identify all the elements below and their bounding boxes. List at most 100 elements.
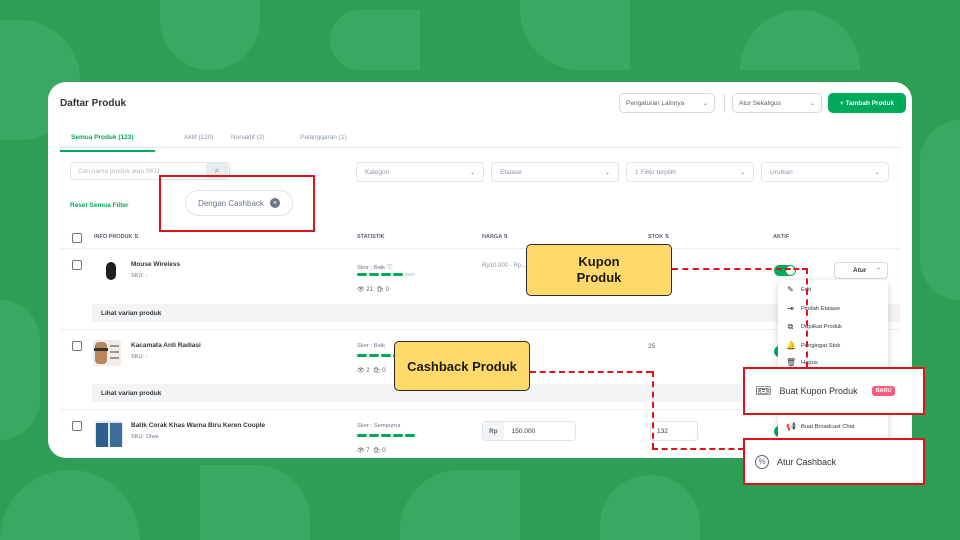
tab-pelanggaran[interactable]: Pelanggaran (1) <box>300 134 347 141</box>
atur-dropdown-button[interactable]: Atur ⌃ <box>834 262 888 279</box>
connector-line <box>652 371 654 449</box>
header-statistik: STATISTIK <box>357 234 385 240</box>
currency-prefix: Rp <box>483 422 504 440</box>
active-toggle[interactable] <box>774 265 796 276</box>
pengaturan-lainnya-dropdown[interactable]: Pengaturan Lainnya ⌄ <box>619 93 715 113</box>
cashback-produk-callout: Cashback Produk <box>394 341 530 391</box>
kupon-produk-callout: Kupon Produk <box>526 244 672 296</box>
reset-filter-link[interactable]: Reset Semua Filter <box>70 202 129 209</box>
product-stats: 👁 2 🛍 0 <box>357 368 386 374</box>
atur-cashback-item[interactable]: % Atur Cashback <box>743 438 925 485</box>
score-bar <box>357 273 415 276</box>
product-name[interactable]: Mouse Wireless <box>131 261 180 268</box>
etalase-label: Etalase <box>500 168 522 176</box>
urutkan-select[interactable]: Urutkan ⌄ <box>761 162 889 182</box>
stock-input[interactable]: 132 <box>650 421 698 441</box>
menu-label: Hapus <box>801 359 818 366</box>
filter-select[interactable]: 1 Filter terpilih ⌄ <box>626 162 754 182</box>
select-all-checkbox[interactable] <box>72 233 82 243</box>
sold-count: 0 <box>385 287 389 293</box>
header-stok[interactable]: STOK ⇅ <box>648 234 669 240</box>
atur-sekaligus-dropdown[interactable]: Atur Sekaligus ⌄ <box>732 93 822 113</box>
filter-terpilih-label: 1 Filter terpilih <box>635 168 676 176</box>
etalase-select[interactable]: Etalase ⌄ <box>491 162 619 182</box>
chip-highlight-box <box>159 175 315 232</box>
connector-line <box>530 371 652 373</box>
connector-line <box>806 268 808 368</box>
sold-count: 0 <box>382 448 386 454</box>
urutkan-label: Urutkan <box>770 168 793 176</box>
row-checkbox[interactable] <box>72 421 82 431</box>
chevron-down-icon: ⌄ <box>809 100 815 107</box>
move-icon: ⇥ <box>787 304 794 313</box>
tab-bar: Semua Produk (123) Aktif (120) Nonaktif … <box>60 124 900 148</box>
product-stock: 25 <box>648 343 656 350</box>
views-count: 21 <box>366 287 373 293</box>
menu-item-hapus[interactable]: 🗑 Hapus <box>786 358 818 367</box>
product-name[interactable]: Kacamata Anti Radiasi <box>131 342 201 349</box>
header-aktif: AKTIF <box>773 234 790 240</box>
price-input[interactable]: Rp 150.000 <box>482 421 576 441</box>
product-sku: SKU: - <box>131 273 148 279</box>
coupon-icon: 🎟 <box>755 383 772 398</box>
kategori-select[interactable]: Kategori ⌄ <box>356 162 484 182</box>
trash-icon: 🗑 <box>786 358 797 367</box>
buat-kupon-label: Buat Kupon Produk <box>779 386 858 396</box>
percent-icon: % <box>755 454 769 469</box>
buat-kupon-produk-item[interactable]: 🎟 Buat Kupon Produk BARU <box>743 367 925 415</box>
atur-label: Atur <box>853 267 867 274</box>
product-score: Skor : Baik ⓘ <box>357 265 393 271</box>
header-info-produk[interactable]: INFO PRODUK ⇅ <box>94 234 139 240</box>
chevron-down-icon: ⌄ <box>739 169 745 176</box>
connector-line <box>652 448 744 450</box>
score-bar <box>357 434 415 437</box>
row-checkbox[interactable] <box>72 260 82 270</box>
product-score: Skor : Sempurna <box>357 423 401 429</box>
menu-item-pengingat-stok[interactable]: 🔔 Pengingat Stok <box>786 341 840 350</box>
chevron-down-icon: ⌄ <box>874 169 880 176</box>
product-thumbnail <box>97 259 125 285</box>
chevron-up-icon: ⌃ <box>875 268 881 274</box>
row-checkbox[interactable] <box>72 341 82 351</box>
header-divider <box>724 94 725 112</box>
product-thumbnail <box>93 340 121 366</box>
chevron-down-icon: ⌄ <box>702 100 708 107</box>
product-price: Rp10.000 - Rp... <box>482 263 527 269</box>
product-score: Skor : Baik <box>357 343 386 349</box>
tambah-produk-button[interactable]: + Tambah Produk <box>828 93 906 113</box>
atur-sekaligus-label: Atur Sekaligus <box>739 99 781 107</box>
connector-line <box>672 268 782 270</box>
callout-label: Kupon Produk <box>576 254 622 285</box>
price-value: 150.000 <box>511 427 536 435</box>
views-count: 2 <box>366 368 370 374</box>
menu-item-pindah-etalase[interactable]: ⇥ Pindah Etalase <box>786 304 840 313</box>
views-count: 7 <box>366 448 370 454</box>
table-header: INFO PRODUK ⇅ STATISTIK HARGA ⇅ STOK ⇅ A… <box>60 230 900 246</box>
atur-cashback-label: Atur Cashback <box>777 456 837 467</box>
product-stats: 👁 7 🛍 0 <box>357 448 386 454</box>
chevron-down-icon: ⌄ <box>604 169 610 176</box>
baru-badge: BARU <box>871 386 896 396</box>
product-sku: SKU: - <box>131 354 148 360</box>
sold-count: 0 <box>382 368 386 374</box>
menu-item-duplikat[interactable]: ⧉ Duplikat Produk <box>786 322 842 332</box>
tab-aktif[interactable]: Aktif (120) <box>184 134 214 141</box>
pencil-icon: ✎ <box>787 285 794 294</box>
page-title: Daftar Produk <box>60 98 127 109</box>
product-stats: 👁 21 🛍 0 <box>357 287 389 293</box>
tab-semua-produk[interactable]: Semua Produk (123) <box>71 134 134 141</box>
product-sku: SKU: 13we <box>131 434 159 440</box>
copy-icon: ⧉ <box>787 322 794 331</box>
product-name[interactable]: Batik Corak Khas Warna Biru Keren Couple <box>131 422 265 429</box>
product-thumbnail <box>95 421 123 447</box>
kategori-label: Kategori <box>365 168 390 176</box>
menu-item-broadcast[interactable]: 📢 Buat Broadcast Chat <box>786 422 855 431</box>
header-harga[interactable]: HARGA ⇅ <box>482 234 508 240</box>
row-divider <box>60 248 900 249</box>
chevron-down-icon: ⌄ <box>469 169 475 176</box>
tab-nonaktif[interactable]: Nonaktif (2) <box>231 134 265 141</box>
active-tab-indicator <box>60 150 155 152</box>
menu-label: Buat Broadcast Chat <box>801 423 855 430</box>
pengaturan-label: Pengaturan Lainnya <box>626 99 685 107</box>
megaphone-icon: 📢 <box>786 422 796 431</box>
